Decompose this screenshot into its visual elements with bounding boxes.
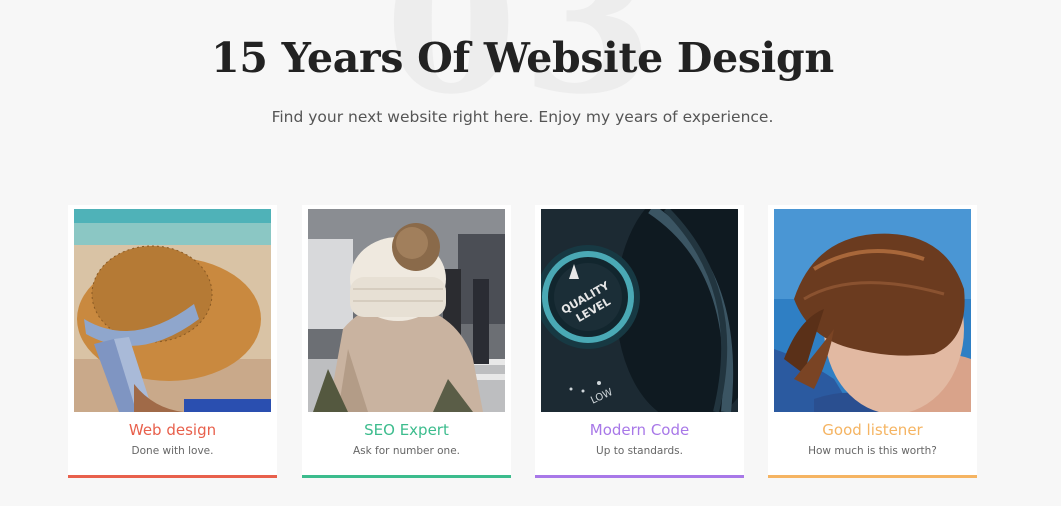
card-title: SEO Expert — [364, 421, 449, 439]
straw-hat-woman-photo — [74, 209, 271, 412]
quality-level-knob-photo: QUALITY LEVEL LOW — [541, 209, 738, 412]
card-accent-bar — [535, 475, 744, 478]
page-title: 15 Years Of Website Design — [211, 34, 834, 82]
page-subtitle: Find your next website right here. Enjoy… — [271, 108, 774, 126]
card-accent-bar — [302, 475, 511, 478]
service-card-seo-expert[interactable]: SEO Expert Ask for number one. — [302, 205, 511, 478]
card-accent-bar — [68, 475, 277, 478]
card-description: Done with love. — [131, 445, 214, 457]
card-title: Good listener — [822, 421, 923, 439]
card-description: Ask for number one. — [352, 445, 461, 457]
service-card-good-listener[interactable]: Good listener How much is this worth? — [768, 205, 977, 478]
service-card-modern-code[interactable]: QUALITY LEVEL LOW Modern Code Up to stan… — [535, 205, 744, 478]
service-card-web-design[interactable]: Web design Done with love. — [68, 205, 277, 478]
card-description: How much is this worth? — [808, 445, 937, 457]
card-accent-bar — [768, 475, 977, 478]
ponytail-woman-photo — [774, 209, 971, 412]
card-title: Web design — [128, 421, 217, 439]
card-description: Up to standards. — [596, 445, 683, 457]
winter-hat-woman-photo — [308, 209, 505, 412]
card-title: Modern Code — [589, 421, 690, 439]
